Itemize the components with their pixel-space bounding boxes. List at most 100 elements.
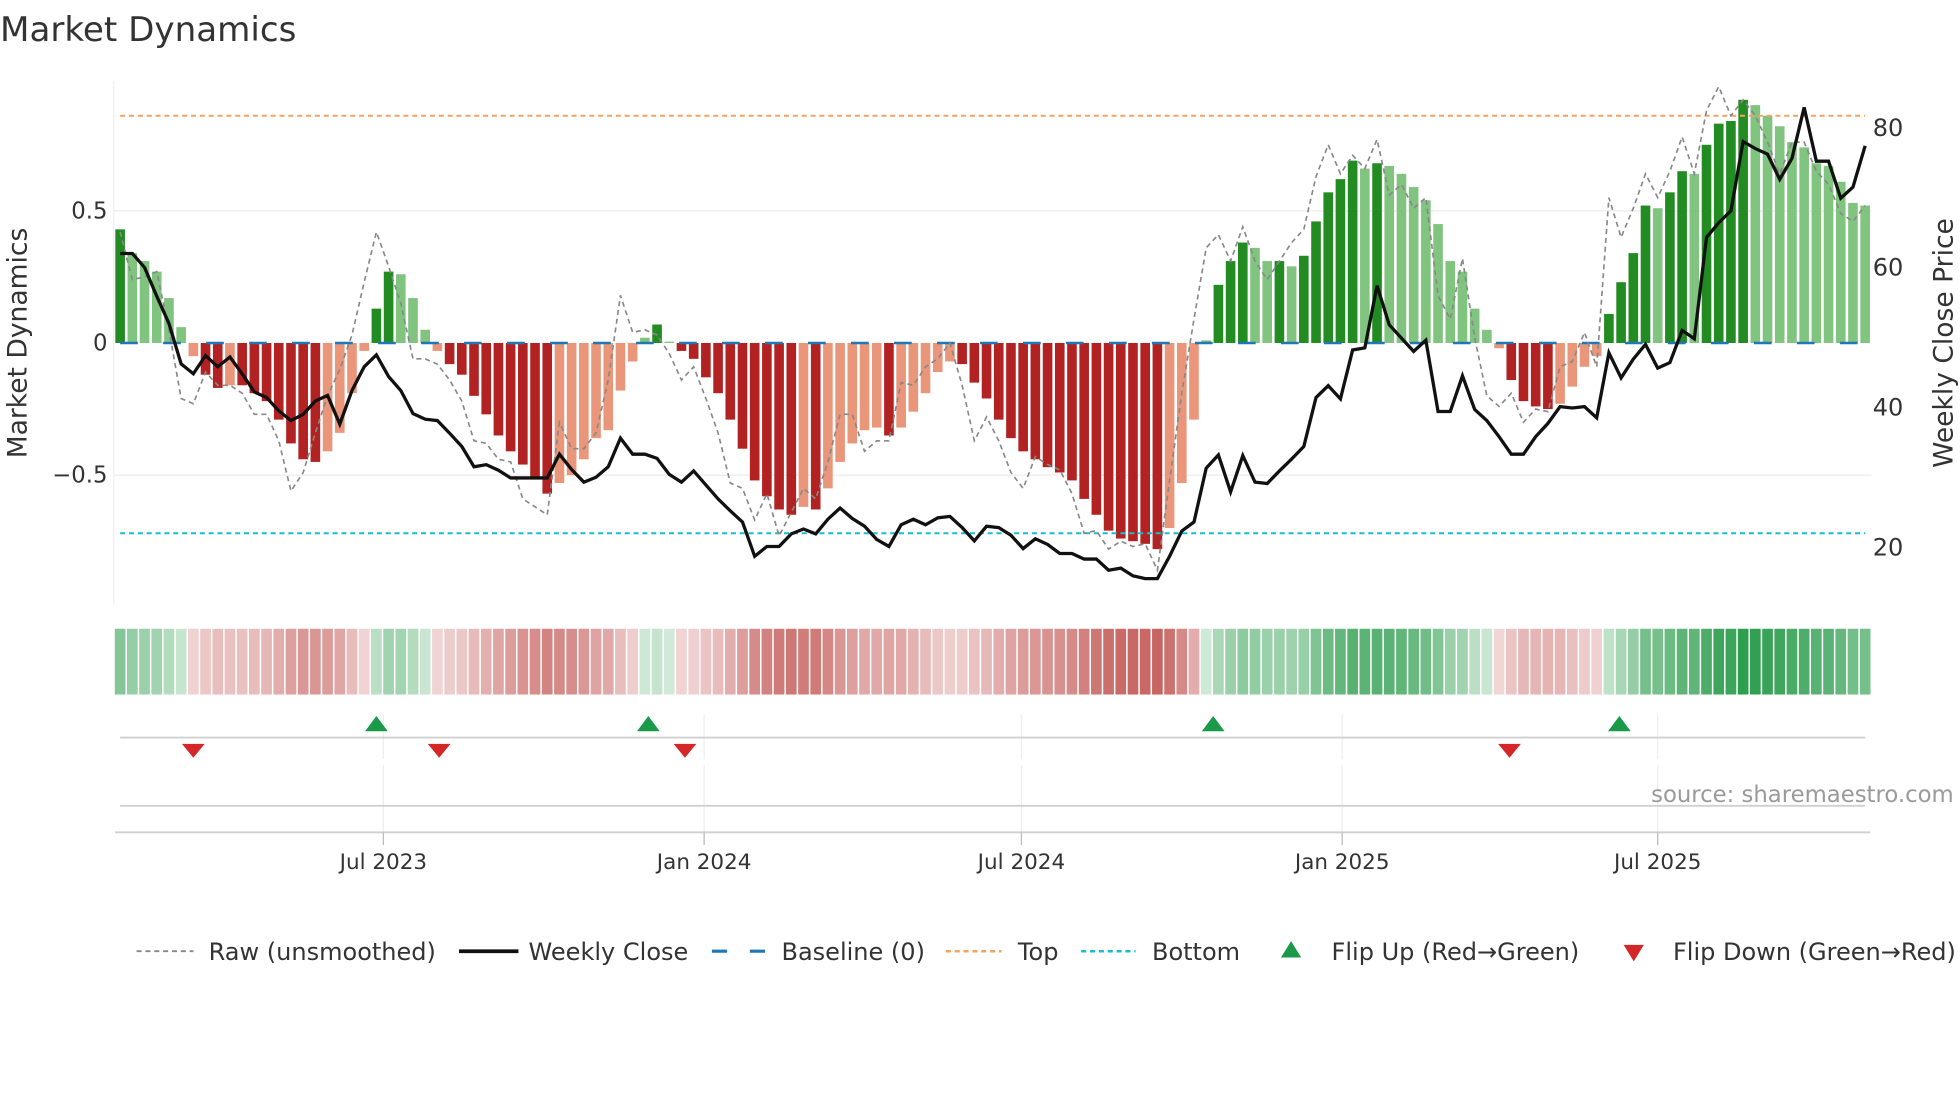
heat-cell: [1225, 628, 1236, 695]
heat-cell: [1030, 628, 1041, 695]
dynamics-bar: [1567, 342, 1578, 387]
heat-cell: [1066, 628, 1078, 695]
flip-up-marker: [636, 716, 660, 732]
heat-cell: [200, 628, 211, 695]
heat-cell: [1359, 628, 1371, 695]
heat-cell: [1115, 628, 1127, 695]
heat-cell: [1493, 628, 1505, 695]
heat-cell: [1298, 628, 1310, 695]
dynamics-bar: [261, 342, 272, 402]
heat-cell: [1322, 628, 1334, 695]
y-tick-label: −0.5: [52, 463, 107, 489]
dynamics-bar: [579, 342, 589, 460]
y-tick-label: 0.5: [71, 198, 107, 224]
dynamics-bar: [1250, 247, 1260, 343]
dynamics-bar: [908, 342, 919, 412]
dynamics-bar: [383, 271, 394, 343]
flip-down-marker: [181, 743, 205, 758]
heat-cell: [151, 628, 163, 695]
heat-cell: [1737, 628, 1749, 695]
series-lines: [119, 84, 1867, 581]
dynamics-bar: [1018, 342, 1028, 452]
chart-title: Market Dynamics: [0, 10, 296, 50]
dynamics-bar: [1555, 342, 1565, 404]
heat-cell: [541, 628, 553, 695]
heat-cell: [334, 628, 346, 695]
heat-cell: [615, 628, 626, 695]
heat-cell: [1127, 628, 1139, 695]
heat-cell: [1005, 628, 1017, 695]
heat-cell: [1481, 628, 1493, 695]
dynamics-bar: [1189, 342, 1199, 420]
heat-cell: [1774, 628, 1786, 695]
dynamics-bar: [395, 274, 406, 343]
heat-cell: [1518, 628, 1529, 695]
heat-cell: [737, 628, 748, 695]
heat-cell: [590, 628, 602, 695]
heat-cell: [639, 628, 651, 695]
heat-cell: [1213, 628, 1224, 695]
dynamics-bar: [1445, 261, 1456, 343]
dynamics-bar: [1103, 342, 1114, 531]
dynamics-bar: [1311, 221, 1321, 343]
heat-cell: [1396, 628, 1407, 695]
dynamics-bar: [1347, 160, 1358, 343]
heat-cell: [493, 628, 504, 695]
heat-cell: [1420, 628, 1432, 695]
heat-cell: [310, 628, 321, 695]
heat-cell: [1286, 628, 1297, 695]
dynamics-bar: [481, 342, 492, 415]
heat-cell: [1469, 628, 1481, 695]
heat-cell: [212, 628, 224, 695]
dynamics-bar: [591, 342, 601, 439]
heat-cell: [1444, 628, 1456, 695]
dynamics-bar: [457, 342, 467, 375]
heat-cell: [1274, 628, 1285, 695]
x-tick-label: Jul 2024: [976, 850, 1065, 875]
heat-cell: [1530, 628, 1542, 695]
heat-cell: [1176, 628, 1188, 695]
heat-strip: [114, 628, 1871, 695]
heat-cell: [1152, 628, 1163, 695]
heat-cell: [1762, 628, 1773, 695]
heat-cell: [1164, 628, 1175, 695]
legend-flip-down-icon: [1623, 944, 1644, 962]
heat-cell: [1859, 628, 1871, 695]
heat-cell: [846, 628, 858, 695]
dynamics-bar: [493, 342, 504, 436]
heat-cell: [1188, 628, 1200, 695]
heat-cell: [566, 628, 577, 695]
dynamics-bar: [1176, 342, 1187, 484]
heat-cell: [188, 628, 199, 695]
dynamics-bar: [1787, 142, 1797, 343]
heat-cell: [285, 628, 297, 695]
heat-cell: [432, 628, 443, 695]
dynamics-bar: [1115, 342, 1126, 539]
heat-cell: [1347, 628, 1358, 695]
heat-cell: [1054, 628, 1066, 695]
flip-up-marker: [1607, 716, 1631, 732]
dynamics-bar: [1579, 342, 1590, 367]
heat-cell: [419, 628, 431, 695]
dynamics-bar: [115, 229, 125, 343]
dynamics-bar: [1079, 342, 1089, 499]
heat-cell: [395, 628, 407, 695]
heat-cell: [1640, 628, 1651, 695]
dynamics-bar: [884, 342, 894, 436]
heat-cell: [1713, 628, 1725, 695]
y2-axis-label: Weekly Close Price: [1928, 218, 1959, 468]
heat-cell: [1139, 628, 1151, 695]
heat-cell: [1847, 628, 1859, 695]
heat-cell: [578, 628, 590, 695]
legend-flip-up-label: Flip Up (Red→Green): [1332, 938, 1580, 966]
flip-up-marker: [365, 716, 388, 732]
heat-cell: [1566, 628, 1578, 695]
dynamics-bar: [1152, 342, 1163, 550]
heat-cell: [688, 628, 700, 695]
heat-cell: [1542, 628, 1554, 695]
flip-down-marker: [1498, 743, 1521, 758]
dynamics-bar: [1225, 261, 1236, 343]
dynamics-bar: [1030, 342, 1041, 460]
heat-cell: [273, 628, 285, 695]
heat-cell: [724, 628, 736, 695]
